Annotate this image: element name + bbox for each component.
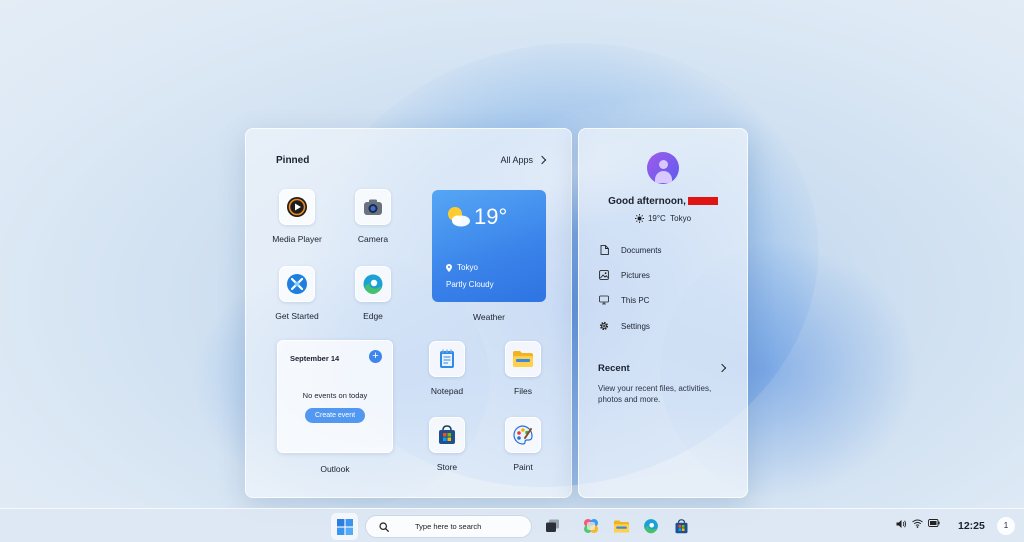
app-label: Notepad [430,386,464,396]
battery-icon[interactable] [928,519,940,527]
weather-location: Tokyo [446,263,478,272]
add-event-icon[interactable]: + [369,350,382,363]
monitor-icon [599,295,609,305]
widgets-icon [584,519,598,533]
outlook-no-events: No events on today [302,391,368,400]
app-label: Files [514,386,532,396]
sun-icon [634,214,644,223]
quick-link-label: Documents [621,245,662,255]
outlook-label: Outlook [320,464,350,474]
start-menu-profile-panel: Good afternoon, 19°C Tokyo Documents Pic… [578,128,748,498]
app-label: Camera [357,234,389,244]
start-button[interactable] [331,513,358,540]
notification-badge[interactable]: 1 [997,517,1015,535]
app-paint[interactable]: Paint [488,417,558,472]
chevron-right-icon [537,155,547,165]
profile-weather: 19°C Tokyo [579,214,747,223]
greeting-label: Good afternoon, [608,196,686,207]
app-store[interactable]: Store [412,417,482,472]
outlook-date: September 14 [290,354,340,363]
taskbar-store-button[interactable] [669,515,693,537]
search-placeholder: Type here to search [415,522,482,531]
location-pin-icon [446,263,452,272]
quick-link-documents[interactable]: Documents [599,245,661,255]
picture-icon [599,270,609,280]
edge-icon [644,519,658,534]
store-icon [429,417,465,453]
weather-condition: Partly Cloudy [446,280,494,289]
taskbar-files-button[interactable] [609,515,633,537]
app-label: Store [436,462,458,472]
quick-link-this-pc[interactable]: This PC [599,295,649,305]
quick-link-pictures[interactable]: Pictures [599,270,650,280]
greeting-text: Good afternoon, [579,196,747,207]
document-icon [599,245,609,255]
quick-link-settings[interactable]: Settings [599,321,650,331]
weather-label: Weather [473,312,505,322]
folder-icon [613,520,629,532]
app-label: Paint [513,462,533,472]
taskbar-clock[interactable]: 12:25 [958,520,985,532]
taskbar-search-input[interactable]: Type here to search [365,515,532,538]
taskbar-edge-button[interactable] [639,515,663,537]
quick-link-label: This PC [621,295,650,305]
weather-temperature: 19° [474,204,508,229]
app-label: Edge [363,311,383,321]
app-notepad[interactable]: Notepad [412,341,482,396]
weather-widget[interactable]: 19° Tokyo Partly Cloudy [432,190,546,302]
media-player-icon [279,189,315,225]
search-icon [379,521,389,532]
wifi-icon[interactable] [912,519,923,528]
taskbar: Type here to search 12:25 1 [0,508,1024,542]
all-apps-label: All Apps [500,155,533,165]
pinned-heading: Pinned [276,155,310,166]
app-media-player[interactable]: Media Player [262,189,332,244]
recent-heading: Recent [598,363,630,374]
app-edge[interactable]: Edge [338,266,408,321]
app-label: Get Started [275,311,319,321]
outlook-widget[interactable]: September 14 + No events on today Create… [277,340,393,453]
user-avatar[interactable] [647,152,679,184]
volume-icon[interactable] [896,519,907,529]
profile-weather-text: 19°C Tokyo [647,214,692,223]
app-files[interactable]: Files [488,341,558,396]
app-camera[interactable]: Camera [338,189,408,244]
folder-icon [505,341,541,377]
taskbar-widgets-button[interactable] [579,515,603,537]
recent-description: View your recent files, activities, phot… [598,384,712,404]
gear-icon [599,321,609,331]
start-menu-pinned-panel: Pinned All Apps Media Player Camera Get … [245,128,572,498]
app-label: Media Player [272,234,322,244]
store-icon [675,518,687,533]
camera-icon [355,189,391,225]
quick-link-label: Pictures [621,270,650,280]
notepad-icon [429,341,465,377]
task-view-icon [545,519,559,532]
partly-cloudy-icon [448,207,470,227]
edge-icon [355,266,391,302]
app-get-started[interactable]: Get Started [262,266,332,321]
task-view-button[interactable] [540,515,564,537]
all-apps-button[interactable]: All Apps [500,155,547,165]
recent-chevron-right-icon[interactable] [717,363,727,373]
create-event-button[interactable]: Create event [305,408,365,423]
get-started-icon [279,266,315,302]
quick-link-label: Settings [621,321,650,331]
paint-icon [505,417,541,453]
weather-location-text: Tokyo [457,263,478,272]
redacted-username [687,197,718,206]
windows-logo-icon [336,518,353,535]
